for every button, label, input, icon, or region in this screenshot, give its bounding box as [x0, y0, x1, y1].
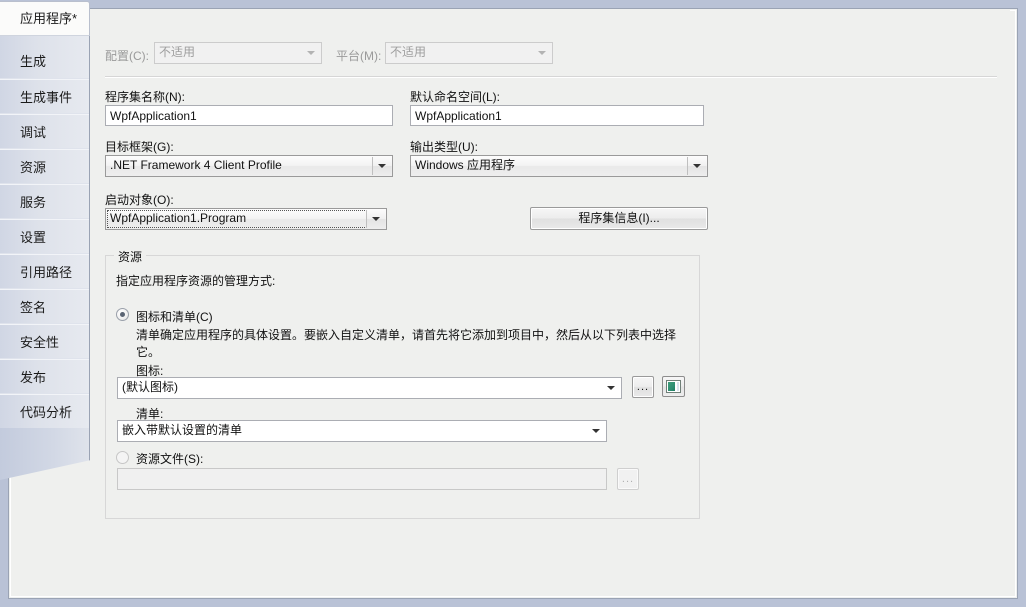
startup-object-combo[interactable]: WpfApplication1.Program — [105, 208, 387, 230]
icon-browse-button[interactable]: ... — [632, 376, 654, 398]
output-type-combo[interactable]: Windows 应用程序 — [410, 155, 708, 177]
application-properties-window: 应用程序* 生成 生成事件 调试 资源 服务 设置 引用路径 签名 安全性 发布… — [0, 0, 1026, 607]
sidebar-item-settings[interactable]: 设置 — [0, 219, 89, 254]
assembly-info-button[interactable]: 程序集信息(I)... — [530, 207, 708, 230]
output-type-label: 输出类型(U): — [410, 140, 478, 154]
icon-manifest-radio[interactable] — [116, 308, 129, 321]
default-namespace-label: 默认命名空间(L): — [410, 90, 501, 104]
sidebar-item-publish[interactable]: 发布 — [0, 359, 89, 394]
configuration-combo[interactable]: 不适用 — [154, 42, 322, 64]
chevron-down-icon — [307, 51, 315, 55]
sidebar-item-build[interactable]: 生成 — [0, 44, 89, 79]
sidebar-item-services[interactable]: 服务 — [0, 184, 89, 219]
configuration-combo-value: 不适用 — [159, 45, 196, 59]
icon-combo-value: (默认图标) — [122, 380, 178, 394]
sidebar-item-build-events[interactable]: 生成事件 — [0, 79, 89, 114]
image-preview-icon — [666, 380, 681, 393]
chevron-down-icon — [592, 429, 600, 433]
property-pages-tabstrip: 应用程序* 生成 生成事件 调试 资源 服务 设置 引用路径 签名 安全性 发布… — [0, 1, 90, 429]
sidebar-item-signing[interactable]: 签名 — [0, 289, 89, 324]
configuration-label: 配置(C): — [105, 49, 149, 63]
resource-file-input[interactable] — [117, 468, 607, 490]
icon-preview-button[interactable] — [662, 376, 685, 397]
platform-combo[interactable]: 不适用 — [385, 42, 553, 64]
sidebar-item-resources[interactable]: 资源 — [0, 149, 89, 184]
icon-combo[interactable]: (默认图标) — [117, 377, 622, 399]
sidebar-item-debug[interactable]: 调试 — [0, 114, 89, 149]
resources-description: 指定应用程序资源的管理方式: — [116, 274, 276, 288]
manifest-combo[interactable]: 嵌入带默认设置的清单 — [117, 420, 607, 442]
target-framework-combo-value: .NET Framework 4 Client Profile — [110, 158, 282, 172]
application-page-content: 配置(C): 不适用 平台(M): 不适用 程序集名称(N): WpfAppli… — [90, 9, 1010, 591]
resource-file-browse-button[interactable]: ... — [617, 468, 639, 490]
resources-group-title: 资源 — [114, 248, 147, 265]
target-framework-label: 目标框架(G): — [105, 140, 174, 154]
toolbar-separator — [105, 76, 997, 78]
icon-manifest-help-text: 清单确定应用程序的具体设置。要嵌入自定义清单，请首先将它添加到项目中，然后从以下… — [136, 328, 677, 359]
icon-manifest-radio-label[interactable]: 图标和清单(C) — [136, 308, 213, 325]
platform-label: 平台(M): — [336, 49, 382, 63]
radio-selected-dot — [120, 312, 125, 317]
sidebar-item-application[interactable]: 应用程序* — [0, 1, 90, 36]
resource-file-radio-label[interactable]: 资源文件(S): — [136, 450, 203, 467]
manifest-combo-value: 嵌入带默认设置的清单 — [122, 423, 243, 437]
startup-object-combo-value: WpfApplication1.Program — [110, 211, 247, 225]
startup-object-label: 启动对象(O): — [105, 193, 174, 207]
assembly-name-input[interactable]: WpfApplication1 — [105, 105, 393, 126]
chevron-down-icon — [372, 217, 380, 221]
target-framework-combo[interactable]: .NET Framework 4 Client Profile — [105, 155, 393, 177]
resource-file-radio[interactable] — [116, 451, 129, 464]
sidebar-item-security[interactable]: 安全性 — [0, 324, 89, 359]
chevron-down-icon — [693, 164, 701, 168]
chevron-down-icon — [538, 51, 546, 55]
chevron-down-icon — [607, 386, 615, 390]
sidebar-item-reference-paths[interactable]: 引用路径 — [0, 254, 89, 289]
platform-combo-value: 不适用 — [390, 45, 427, 59]
sidebar-item-list: 生成 生成事件 调试 资源 服务 设置 引用路径 签名 安全性 发布 代码分析 — [0, 44, 89, 429]
output-type-combo-value: Windows 应用程序 — [415, 158, 516, 172]
default-namespace-input[interactable]: WpfApplication1 — [410, 105, 704, 126]
assembly-name-label: 程序集名称(N): — [105, 90, 185, 104]
chevron-down-icon — [378, 164, 386, 168]
sidebar-item-code-analysis[interactable]: 代码分析 — [0, 394, 89, 429]
